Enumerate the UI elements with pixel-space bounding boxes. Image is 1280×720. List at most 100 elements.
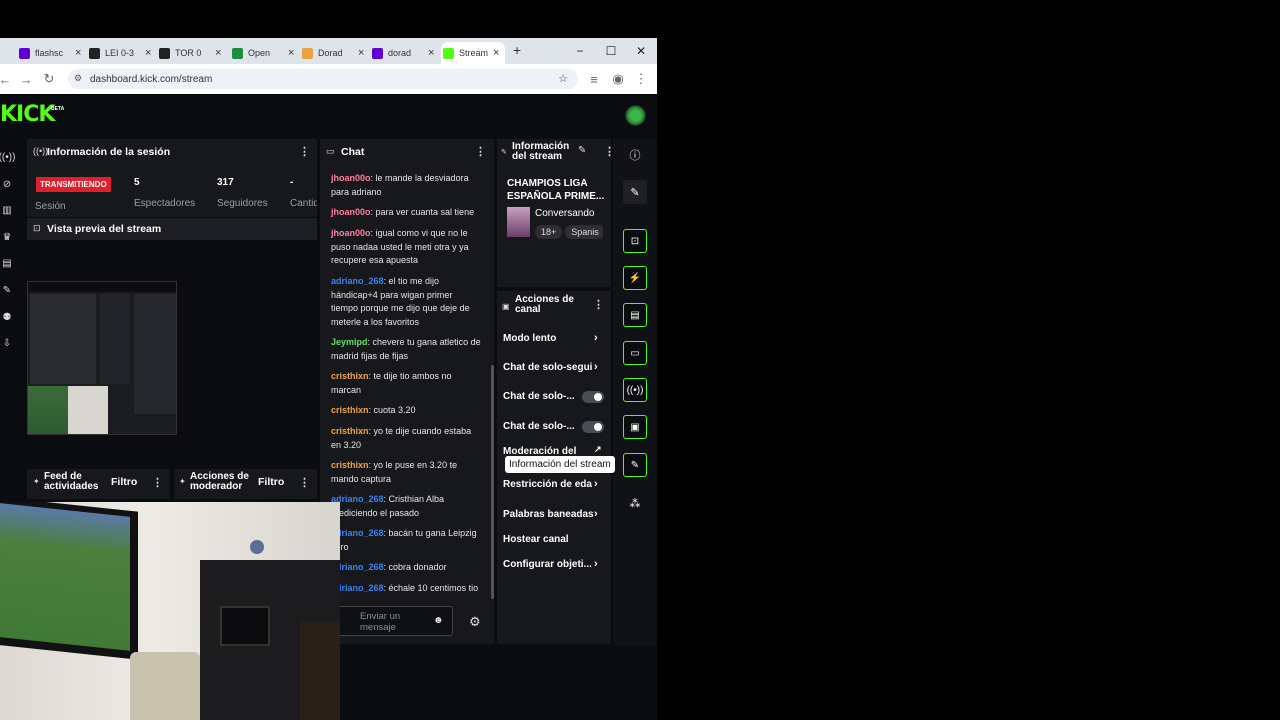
- maximize-button[interactable]: ☐: [596, 38, 626, 64]
- channel-action-label[interactable]: Hostear canal: [503, 534, 599, 545]
- viewers-count: 5: [134, 177, 140, 188]
- tab-title: flashsc: [35, 48, 64, 58]
- preview-toggle-icon[interactable]: ⊡: [623, 229, 647, 253]
- chat-menu-icon[interactable]: ⋮: [475, 145, 486, 158]
- site-settings-icon[interactable]: ⚙: [74, 73, 82, 84]
- trophy-icon[interactable]: ♛: [0, 230, 14, 244]
- chat-input[interactable]: Enviar un mensaje ☻: [337, 606, 453, 636]
- preview-icon: ⊡: [33, 223, 41, 233]
- chat-username[interactable]: cristhixn: [331, 371, 369, 381]
- analytics-icon[interactable]: ▥: [0, 203, 14, 217]
- followers-count: 317: [217, 177, 234, 188]
- back-icon[interactable]: ←: [0, 70, 14, 88]
- channel-action-label[interactable]: Palabras baneadas: [503, 509, 599, 520]
- channel-action-label[interactable]: Modo lento: [503, 333, 599, 344]
- mod-menu-icon[interactable]: ⋮: [299, 476, 310, 489]
- tab-close-icon[interactable]: ×: [428, 47, 440, 59]
- stream-preview-video[interactable]: [27, 281, 177, 435]
- chat-username[interactable]: jhoan00o: [331, 228, 371, 238]
- info-icon[interactable]: ⓘ: [623, 143, 647, 167]
- channel-actions-title: Acciones de canal: [515, 294, 574, 315]
- channel-action-label[interactable]: Configurar objeti...: [503, 559, 599, 570]
- emoji-icon[interactable]: ☻: [433, 615, 444, 626]
- chat-message: Jeymipd: chevere tu gana atletico de mad…: [331, 336, 481, 363]
- chevron-right-icon[interactable]: ›: [594, 558, 598, 570]
- browser-tab[interactable]: Open ×: [230, 42, 300, 64]
- channel-actions-menu-icon[interactable]: ⋮: [593, 298, 604, 311]
- stream-info-toggle-icon[interactable]: ✎: [623, 453, 647, 477]
- feed-filter-button[interactable]: Filtro: [111, 476, 137, 488]
- media-controls-icon[interactable]: ≡: [585, 70, 603, 88]
- profile-icon[interactable]: ◉: [609, 70, 627, 88]
- toggle-switch[interactable]: [582, 391, 604, 403]
- chat-toggle-icon[interactable]: ▭: [623, 341, 647, 365]
- chat-username[interactable]: cristhixn: [331, 405, 369, 415]
- reload-icon[interactable]: ↻: [40, 70, 58, 88]
- kick-logo[interactable]: KICK: [0, 102, 55, 127]
- yahoo-icon: [372, 47, 383, 59]
- browser-tab[interactable]: dorad ×: [370, 42, 440, 64]
- tab-close-icon[interactable]: ×: [288, 47, 300, 59]
- chevron-right-icon[interactable]: ›: [594, 508, 598, 520]
- tab-title: TOR 0: [175, 48, 202, 58]
- tab-close-icon[interactable]: ×: [358, 47, 370, 59]
- tab-close-icon[interactable]: ×: [75, 47, 87, 59]
- chat-username[interactable]: jhoan00o: [331, 173, 371, 183]
- tab-close-icon[interactable]: ×: [145, 47, 157, 59]
- wrench-icon[interactable]: ✎: [0, 283, 14, 297]
- toggle-switch[interactable]: [582, 421, 604, 433]
- bookmark-star-icon[interactable]: ☆: [558, 72, 568, 85]
- chat-message: cristhixn: cuota 3.20: [331, 404, 481, 418]
- new-tab-button[interactable]: +: [513, 42, 521, 58]
- channel-action-label[interactable]: Chat de solo-segui: [503, 362, 599, 373]
- chat-username[interactable]: Jeymipd: [331, 337, 368, 347]
- chat-username[interactable]: jhoan00o: [331, 207, 371, 217]
- c-icon: [89, 47, 100, 59]
- notes-icon[interactable]: ▤: [623, 303, 647, 327]
- chevron-right-icon[interactable]: ›: [594, 332, 598, 344]
- session-menu-icon[interactable]: ⋮: [299, 145, 310, 158]
- tab-close-icon[interactable]: ×: [215, 47, 227, 59]
- broadcast-toggle-icon[interactable]: ((•)): [623, 378, 647, 402]
- video-icon[interactable]: ▤: [0, 256, 14, 270]
- chevron-right-icon[interactable]: ›: [594, 361, 598, 373]
- tab-close-icon[interactable]: ×: [493, 47, 505, 59]
- channel-action-label[interactable]: Restricción de eda: [503, 479, 599, 490]
- url-text: dashboard.kick.com/stream: [90, 73, 213, 85]
- link-icon[interactable]: ⊘: [0, 177, 14, 191]
- users-icon[interactable]: ⚉: [0, 310, 14, 324]
- chat-username[interactable]: adriano_268: [331, 276, 384, 286]
- chat-scrollbar[interactable]: [491, 365, 494, 599]
- minimize-button[interactable]: −: [565, 38, 595, 64]
- close-window-button[interactable]: ✕: [626, 38, 656, 64]
- chevron-right-icon[interactable]: ›: [594, 478, 598, 490]
- edit-stream-icon[interactable]: ✎: [578, 145, 586, 156]
- stream-title-text: CHAMPIOS LIGA ESPAÑOLA PRIME...: [507, 178, 605, 202]
- browser-tab[interactable]: LEI 0-3 ×: [87, 42, 157, 64]
- third-stat-label: Cantid: [290, 198, 317, 209]
- browser-tab[interactable]: Stream ×: [441, 42, 505, 64]
- browser-tab[interactable]: TOR 0 ×: [157, 42, 227, 64]
- browser-tab[interactable]: Dorad ×: [300, 42, 370, 64]
- chat-username[interactable]: cristhixn: [331, 426, 369, 436]
- url-input[interactable]: ⚙ dashboard.kick.com/stream ☆: [68, 69, 578, 89]
- more-widgets-icon[interactable]: ⁂: [623, 491, 647, 515]
- browser-menu-icon[interactable]: ⋮: [632, 70, 650, 88]
- user-avatar[interactable]: [625, 105, 646, 126]
- mod-actions-toggle-icon[interactable]: ▣: [623, 415, 647, 439]
- mod-filter-button[interactable]: Filtro: [258, 476, 284, 488]
- forward-icon[interactable]: →: [17, 70, 35, 88]
- feed-menu-icon[interactable]: ⋮: [152, 476, 163, 489]
- chat-settings-gear-icon[interactable]: ⚙: [469, 614, 481, 630]
- chat-message: jhoan00o: igual como vi que no le puso n…: [331, 227, 481, 268]
- browser-tab[interactable]: flashsc ×: [17, 42, 87, 64]
- edit-icon[interactable]: ✎: [623, 180, 647, 204]
- category-name: Conversando: [535, 208, 595, 219]
- external-link-icon[interactable]: ↗: [594, 444, 602, 455]
- stream-info-tooltip: Información del stream: [505, 456, 615, 473]
- download-icon[interactable]: ⇩: [0, 336, 14, 350]
- stream-info-icon: ✎: [501, 149, 507, 156]
- chat-username[interactable]: cristhixn: [331, 460, 369, 470]
- live-icon[interactable]: ((•)): [0, 150, 15, 164]
- quick-actions-icon[interactable]: ⚡: [623, 266, 647, 290]
